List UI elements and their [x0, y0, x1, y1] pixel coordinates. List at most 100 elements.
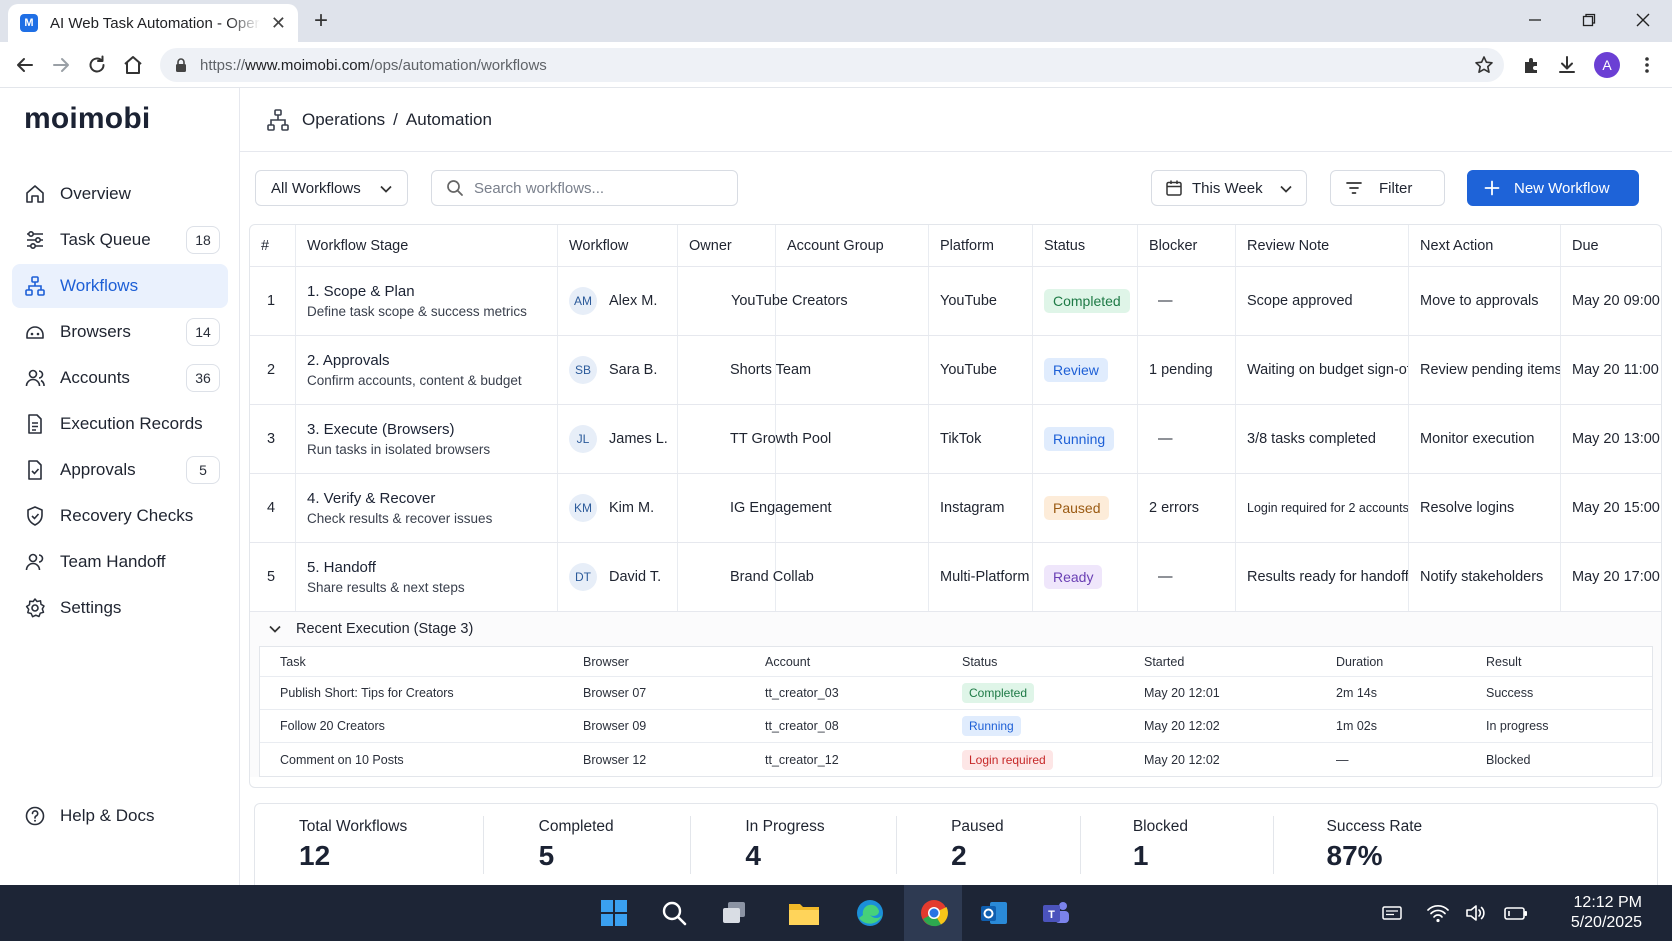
search-input[interactable]: Search workflows... — [431, 170, 738, 206]
column-header[interactable]: Status — [942, 655, 1124, 669]
workflow-owner-cell: KM Kim M. — [558, 474, 678, 542]
reload-icon[interactable] — [86, 54, 108, 76]
column-header[interactable]: Due — [1561, 225, 1661, 266]
stat-blocked: Blocked 1 — [1079, 804, 1272, 885]
table-row[interactable]: Comment on 10 Posts Browser 12 tt_creato… — [260, 743, 1652, 776]
minimize-icon[interactable] — [1520, 8, 1550, 32]
breadcrumb-automation: Automation — [405, 109, 492, 129]
column-header[interactable]: Platform — [929, 225, 1033, 266]
new-tab-icon[interactable]: + — [314, 9, 328, 33]
column-header[interactable]: Review Note — [1236, 225, 1409, 266]
bookmark-star-icon[interactable] — [1474, 55, 1494, 75]
new-workflow-label: New Workflow — [1514, 179, 1610, 197]
browser-name: Browser 12 — [583, 752, 647, 767]
workflow-owner-cell: AM Alex M. — [558, 267, 678, 335]
column-header[interactable]: Owner — [678, 225, 776, 266]
sidebar-item-overview[interactable]: Overview — [12, 172, 228, 216]
stat-value: 5 — [538, 840, 555, 871]
column-header[interactable]: Result — [1466, 655, 1636, 669]
windows-start-icon[interactable] — [598, 897, 630, 929]
task-name: Comment on 10 Posts — [280, 752, 404, 767]
restore-icon[interactable] — [1574, 8, 1604, 32]
close-tab-icon[interactable]: ✕ — [271, 13, 286, 34]
profile-avatar[interactable]: A — [1594, 52, 1620, 78]
sidebar-item-recovery-checks[interactable]: Recovery Checks — [12, 494, 228, 538]
volume-icon[interactable] — [1460, 897, 1492, 929]
table-header-row: Task Browser Account Status Started Dura… — [260, 647, 1652, 677]
table-row[interactable]: 4 4. Verify & Recover Check results & re… — [250, 474, 1661, 543]
more-menu-icon[interactable] — [1636, 54, 1658, 76]
sidebar-item-team-handoff[interactable]: Team Handoff — [12, 540, 228, 584]
table-row[interactable]: Publish Short: Tips for Creators Browser… — [260, 677, 1652, 710]
sidebar-item-help[interactable]: Help & Docs — [12, 794, 228, 838]
recent-execution-toggle[interactable]: Recent Execution (Stage 3) — [250, 612, 1661, 646]
sidebar-item-label: Execution Records — [60, 414, 203, 433]
column-header[interactable]: Blocker — [1138, 225, 1236, 266]
search-taskbar-icon[interactable] — [658, 897, 690, 929]
hierarchy-icon — [266, 108, 290, 132]
review-note: Results ready for handoff — [1236, 543, 1409, 611]
sidebar-item-approvals[interactable]: Approvals 5 — [12, 448, 228, 492]
column-header[interactable]: Account — [745, 655, 942, 669]
team-icon — [24, 551, 46, 573]
column-header[interactable]: Started — [1124, 655, 1316, 669]
edge-browser-icon[interactable] — [854, 897, 886, 929]
table-row[interactable]: Follow 20 Creators Browser 09 tt_creator… — [260, 710, 1652, 743]
column-header[interactable]: Workflow Stage — [296, 225, 558, 266]
teams-icon[interactable]: T — [1040, 897, 1072, 929]
column-header[interactable]: Workflow — [558, 225, 678, 266]
column-header[interactable]: # — [250, 225, 296, 266]
column-header[interactable]: Account Group — [776, 225, 929, 266]
breadcrumb-operations[interactable]: Operations — [302, 110, 385, 130]
count-badge: 5 — [186, 456, 220, 484]
sidebar-item-task-queue[interactable]: Task Queue 18 — [12, 218, 228, 262]
table-row[interactable]: 5 5. Handoff Share results & next steps … — [250, 543, 1661, 612]
stage-title: 1. Scope & Plan — [307, 283, 415, 300]
account-name: tt_creator_03 — [765, 686, 839, 700]
status-cell: Paused — [1033, 474, 1138, 542]
sidebar-item-execution-records[interactable]: Execution Records — [12, 402, 228, 446]
sidebar-item-browsers[interactable]: Browsers 14 — [12, 310, 228, 354]
forward-icon[interactable] — [50, 54, 72, 76]
file-explorer-icon[interactable] — [788, 897, 820, 929]
stat-value: 87% — [1326, 840, 1383, 871]
column-header[interactable]: Next Action — [1409, 225, 1561, 266]
column-header[interactable]: Task — [260, 655, 563, 669]
stat-label: Total Workflows — [299, 818, 408, 835]
close-window-icon[interactable] — [1628, 8, 1658, 32]
date-range-select[interactable]: This Week — [1151, 170, 1307, 206]
system-clock[interactable]: 12:12 PM 5/20/2025 — [1571, 893, 1642, 933]
table-row[interactable]: 1 1. Scope & Plan Define task scope & su… — [250, 267, 1661, 336]
column-header[interactable]: Status — [1033, 225, 1138, 266]
outlook-icon[interactable] — [978, 897, 1010, 929]
row-number: 1 — [250, 267, 296, 335]
new-workflow-button[interactable]: New Workflow — [1467, 170, 1639, 206]
chrome-icon[interactable] — [918, 897, 950, 929]
home-button-icon[interactable] — [122, 54, 144, 76]
workflow-select[interactable]: All Workflows — [255, 170, 408, 206]
table-row[interactable]: 2 2. Approvals Confirm accounts, content… — [250, 336, 1661, 405]
url-field[interactable]: https://www.moimobi.com/ops/automation/w… — [160, 48, 1504, 82]
sidebar-item-settings[interactable]: Settings — [12, 586, 228, 630]
notification-icon[interactable] — [1376, 897, 1408, 929]
back-icon[interactable] — [14, 54, 36, 76]
recent-execution-section: Recent Execution (Stage 3) Task Browser … — [250, 612, 1661, 777]
status-badge: Paused — [1044, 496, 1110, 520]
stat-label: Success Rate — [1326, 818, 1423, 835]
task-view-icon[interactable] — [718, 897, 750, 929]
sidebar-item-workflows[interactable]: Workflows — [12, 264, 228, 308]
stat-value: 1 — [1132, 840, 1149, 871]
row-number: 3 — [250, 405, 296, 473]
browser-tab[interactable]: M AI Web Task Automation - Operations ✕ — [8, 4, 298, 42]
column-header[interactable]: Duration — [1316, 655, 1466, 669]
sidebar-item-label: Accounts — [60, 368, 130, 387]
battery-icon[interactable] — [1500, 897, 1532, 929]
filter-button[interactable]: Filter — [1330, 170, 1445, 206]
extensions-icon[interactable] — [1520, 54, 1542, 76]
wifi-icon[interactable] — [1422, 897, 1454, 929]
table-row[interactable]: 3 3. Execute (Browsers) Run tasks in iso… — [250, 405, 1661, 474]
column-header[interactable]: Browser — [563, 655, 745, 669]
download-icon[interactable] — [1556, 54, 1578, 76]
sidebar-item-accounts[interactable]: Accounts 36 — [12, 356, 228, 400]
status-badge: Completed — [962, 683, 1035, 703]
